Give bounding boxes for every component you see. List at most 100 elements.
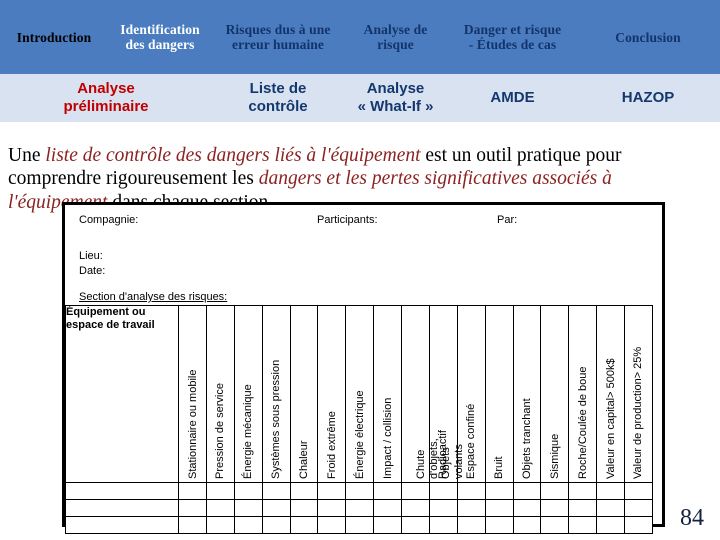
table-cell-hazard[interactable] xyxy=(568,499,598,517)
table-header-col-11: Bruit xyxy=(484,305,514,483)
table-cell-hazard[interactable] xyxy=(540,516,570,534)
table-cell-hazard[interactable] xyxy=(178,482,208,500)
table-row[interactable] xyxy=(64,516,654,534)
nav-item-risques-erreur-humaine[interactable]: Risques dus à une erreur humaine xyxy=(212,22,344,52)
subnav-item-hazop[interactable]: HAZOP xyxy=(578,89,718,107)
table-cell-hazard[interactable] xyxy=(401,516,430,534)
table-cell-hazard[interactable] xyxy=(373,516,403,534)
table-cell-hazard[interactable] xyxy=(568,482,598,500)
table-row[interactable] xyxy=(64,499,654,517)
table-cell-hazard[interactable] xyxy=(484,482,514,500)
rotated-header-label: Énergie mécanique xyxy=(242,384,255,479)
table-cell-hazard[interactable] xyxy=(289,482,319,500)
table-cell-hazard[interactable] xyxy=(373,482,403,500)
table-cell-hazard[interactable] xyxy=(261,516,291,534)
participants-label: Participants: xyxy=(317,214,378,226)
subnav-item-amde[interactable]: AMDE xyxy=(447,89,578,107)
table-cell-hazard[interactable] xyxy=(512,516,542,534)
table-cell-hazard[interactable] xyxy=(289,499,319,517)
table-cell-hazard[interactable] xyxy=(596,516,625,534)
nav-item-analyse-de-risque[interactable]: Analyse de risque xyxy=(344,22,447,52)
rotated-header-wrap: Pression de service xyxy=(207,306,234,482)
table-cell-equipement[interactable] xyxy=(64,499,180,517)
rotated-header-label: Espace confiné xyxy=(465,403,478,479)
rotated-header-wrap: Bruit xyxy=(486,306,513,482)
table-cell-hazard[interactable] xyxy=(317,482,347,500)
subnav-item-liste-de-controle[interactable]: Liste de contrôle xyxy=(212,80,344,116)
table-cell-hazard[interactable] xyxy=(428,482,458,500)
table-cell-hazard[interactable] xyxy=(289,516,319,534)
nav-item-identification-des-dangers[interactable]: Identification des dangers xyxy=(108,22,212,52)
table-row[interactable] xyxy=(64,482,654,500)
table-cell-hazard[interactable] xyxy=(345,516,375,534)
table-cell-hazard[interactable] xyxy=(596,499,625,517)
table-cell-hazard[interactable] xyxy=(428,499,458,517)
hazard-checklist-table: Équipement ou espace de travail Stationn… xyxy=(64,305,654,534)
rotated-header-wrap: Énergie mécanique xyxy=(235,306,262,482)
rotated-header-wrap: Impact / collision xyxy=(374,306,401,482)
table-cell-hazard[interactable] xyxy=(456,516,486,534)
table-cell-hazard[interactable] xyxy=(540,499,570,517)
table-cell-hazard[interactable] xyxy=(512,499,542,517)
table-header-col-4: Chaleur xyxy=(289,305,319,483)
table-cell-hazard[interactable] xyxy=(484,516,514,534)
rotated-header-wrap: Stationnaire ou mobile xyxy=(179,306,206,482)
table-header-col-14: Roche/Coulée de boue xyxy=(568,305,598,483)
table-header-col-13: Sismique xyxy=(540,305,570,483)
sub-navigation-bar: Analyse préliminaire Liste de contrôle A… xyxy=(0,74,720,122)
table-cell-hazard[interactable] xyxy=(261,499,291,517)
rotated-header-wrap: Énergie électrique xyxy=(346,306,373,482)
table-cell-equipement[interactable] xyxy=(64,482,180,500)
table-cell-hazard[interactable] xyxy=(623,482,654,500)
nav-item-introduction[interactable]: Introduction xyxy=(0,30,108,45)
table-cell-hazard[interactable] xyxy=(540,482,570,500)
nav-item-conclusion[interactable]: Conclusion xyxy=(578,30,718,45)
compagnie-label: Compagnie: xyxy=(79,214,139,226)
rotated-header-label: Stationnaire ou mobile xyxy=(186,369,199,479)
table-cell-hazard[interactable] xyxy=(317,499,347,517)
table-cell-hazard[interactable] xyxy=(206,516,235,534)
table-cell-hazard[interactable] xyxy=(568,516,598,534)
table-cell-hazard[interactable] xyxy=(512,482,542,500)
lieu-label: Lieu: xyxy=(79,250,103,262)
table-cell-hazard[interactable] xyxy=(261,482,291,500)
rotated-header-wrap: Valeur en capital> 500k$ xyxy=(597,306,624,482)
table-cell-hazard[interactable] xyxy=(428,516,458,534)
table-cell-equipement[interactable] xyxy=(64,516,180,534)
table-cell-hazard[interactable] xyxy=(401,482,430,500)
rotated-header-wrap: Chute d'objets, Objets volants xyxy=(402,306,465,482)
table-cell-hazard[interactable] xyxy=(373,499,403,517)
table-cell-hazard[interactable] xyxy=(233,499,263,517)
table-cell-hazard[interactable] xyxy=(401,499,430,517)
table-cell-hazard[interactable] xyxy=(623,516,654,534)
table-cell-hazard[interactable] xyxy=(178,499,208,517)
rotated-header-wrap: Chaleur xyxy=(291,306,318,482)
rotated-header-wrap: Systèmes sous pression xyxy=(263,306,290,482)
rotated-header-wrap: Valeur de production> 25% xyxy=(625,306,652,482)
rotated-header-label: Valeur en capital> 500k$ xyxy=(604,358,617,479)
table-cell-hazard[interactable] xyxy=(345,482,375,500)
rotated-header-wrap: Objets tranchant xyxy=(514,306,541,482)
table-cell-hazard[interactable] xyxy=(596,482,625,500)
rotated-header-label: Froid extrême xyxy=(325,411,338,479)
table-cell-hazard[interactable] xyxy=(345,499,375,517)
checklist-form-box: Compagnie: Participants: Par: Lieu: Date… xyxy=(62,202,665,534)
table-cell-hazard[interactable] xyxy=(178,516,208,534)
table-header-col-15: Valeur en capital> 500k$ xyxy=(596,305,625,483)
table-cell-hazard[interactable] xyxy=(206,482,235,500)
table-cell-hazard[interactable] xyxy=(233,516,263,534)
table-header-col-2: Énergie mécanique xyxy=(233,305,263,483)
nav-item-danger-et-risque[interactable]: Danger et risque - Études de cas xyxy=(447,22,578,52)
table-cell-hazard[interactable] xyxy=(456,499,486,517)
rotated-header-label: Objets tranchant xyxy=(520,398,533,479)
subnav-item-analyse-what-if[interactable]: Analyse « What-If » xyxy=(344,80,447,116)
table-cell-hazard[interactable] xyxy=(206,499,235,517)
table-header-col-16: Valeur de production> 25% xyxy=(623,305,654,483)
table-header-col-12: Objets tranchant xyxy=(512,305,542,483)
table-cell-hazard[interactable] xyxy=(233,482,263,500)
subnav-item-analyse-preliminaire[interactable]: Analyse préliminaire xyxy=(0,80,212,116)
table-cell-hazard[interactable] xyxy=(484,499,514,517)
table-cell-hazard[interactable] xyxy=(623,499,654,517)
table-cell-hazard[interactable] xyxy=(317,516,347,534)
table-cell-hazard[interactable] xyxy=(456,482,486,500)
